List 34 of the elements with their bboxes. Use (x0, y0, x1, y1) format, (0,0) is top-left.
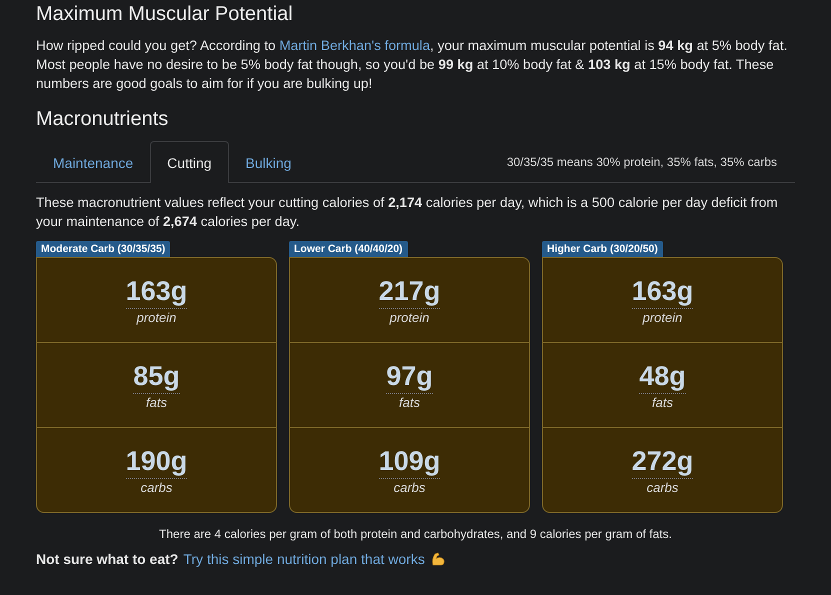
macro-name: carbs (140, 480, 172, 495)
summary-paragraph: These macronutrient values reflect your cutting calories of 2,174 calories per day, which is a 500 calorie per day deficit from your maintenance of 2,674 calories per day. (36, 194, 779, 231)
calorie-note: There are 4 calories per gram of both protein and carbohydrates, and 9 calories per gram of fats. (158, 527, 673, 541)
tab[interactable]: Maintenance (36, 141, 150, 183)
macro-amount: 272g (632, 445, 694, 479)
macro-amount: 85g (133, 360, 180, 394)
macro-name: protein (136, 310, 176, 325)
macro-name: fats (146, 395, 167, 410)
macro-amount: 163g (126, 275, 188, 309)
section-title: Maximum Muscular Potential (36, 3, 294, 26)
section-title: Macronutrients (36, 108, 170, 131)
cta-question: Not sure what to eat? (36, 551, 178, 567)
tab[interactable]: Cutting (150, 141, 229, 183)
macro-name: fats (399, 395, 420, 410)
tab[interactable]: Bulking (228, 141, 308, 183)
macro-name: carbs (646, 480, 678, 495)
nutrition-plan-link[interactable]: Try this simple nutrition plan that works (183, 551, 425, 567)
macro-amount: 190g (126, 445, 188, 479)
macro-amount: 163g (632, 275, 694, 309)
potential-paragraph: How ripped could you get? According to Martin Berkhan's formula, your maximum muscular potential is 94 kg at 5% body fat. Most people have no desire to be 5% body fat though, so you'd be 99 kg at 10% body fat & 103 kg at 15% body fat. These numbers are good goals to aim for if you are bulking up! (36, 37, 788, 93)
macro-amount: 217g (378, 275, 440, 309)
macro-name: protein (642, 310, 682, 325)
plan-label: Higher Carb (30/20/50) (542, 241, 663, 257)
macro-name: carbs (394, 480, 426, 495)
plan-label: Moderate Carb (30/35/35) (36, 241, 170, 257)
macro-name: fats (652, 395, 673, 410)
macro-amount: 109g (378, 445, 440, 479)
macro-amount: 97g (386, 360, 433, 394)
formula-link[interactable]: Martin Berkhan's formula (279, 38, 430, 53)
macro-name: protein (390, 310, 430, 325)
flexed-arm-icon (430, 551, 446, 567)
macro-amount: 48g (639, 360, 686, 394)
ratio-legend: 30/35/35 means 30% protein, 35% fats, 35% carbs (506, 155, 795, 182)
plan-label: Lower Carb (40/40/20) (289, 241, 408, 257)
